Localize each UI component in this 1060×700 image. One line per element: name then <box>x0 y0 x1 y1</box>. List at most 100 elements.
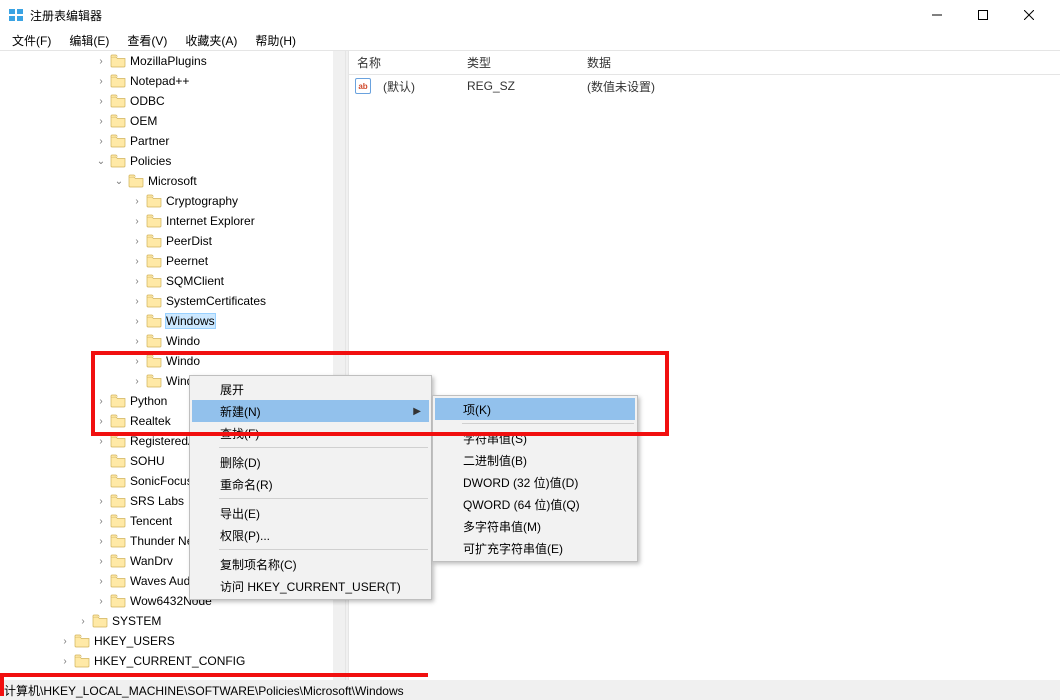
expand-toggle-icon[interactable]: › <box>94 76 108 87</box>
menu-item-label: 访问 HKEY_CURRENT_USER(T) <box>220 578 401 595</box>
menu-item[interactable]: 二进制值(B) <box>435 449 635 471</box>
tree-node[interactable]: ›Peernet <box>0 251 333 271</box>
folder-icon <box>146 374 162 388</box>
expand-toggle-icon[interactable]: › <box>76 616 90 627</box>
tree-node-label: RegisteredA <box>130 434 196 448</box>
expand-toggle-icon[interactable]: › <box>94 496 108 507</box>
folder-icon <box>110 454 126 468</box>
maximize-button[interactable] <box>960 0 1006 30</box>
expand-toggle-icon[interactable]: › <box>130 256 144 267</box>
expand-toggle-icon[interactable]: › <box>94 436 108 447</box>
menu-item[interactable]: 项(K) <box>435 398 635 420</box>
expand-toggle-icon[interactable]: › <box>130 336 144 347</box>
expand-toggle-icon[interactable]: › <box>94 396 108 407</box>
tree-node[interactable]: ›SYSTEM <box>0 611 333 631</box>
expand-toggle-icon[interactable]: › <box>130 356 144 367</box>
tree-node-label: SOHU <box>130 454 165 468</box>
expand-toggle-icon[interactable]: › <box>130 376 144 387</box>
tree-node[interactable]: ›Cryptography <box>0 191 333 211</box>
menu-item-label: 二进制值(B) <box>463 452 527 469</box>
tree-node[interactable]: ⌄ Policies <box>0 151 333 171</box>
values-list[interactable]: ab(默认)REG_SZ(数值未设置) <box>349 75 1060 97</box>
folder-icon <box>110 554 126 568</box>
menu-item[interactable]: 帮助(H) <box>247 30 304 51</box>
tree-node[interactable]: ›Notepad++ <box>0 71 333 91</box>
menu-item[interactable]: 查找(F) <box>192 422 429 444</box>
expand-toggle-icon[interactable]: › <box>94 116 108 127</box>
expand-toggle-icon[interactable]: › <box>94 556 108 567</box>
tree-node-label: Windows <box>166 314 215 328</box>
collapse-toggle-icon[interactable]: ⌄ <box>94 156 108 167</box>
expand-toggle-icon[interactable]: › <box>58 636 72 647</box>
tree-node[interactable]: ›SQMClient <box>0 271 333 291</box>
col-type[interactable]: 类型 <box>459 54 579 71</box>
menu-item[interactable]: 展开 <box>192 378 429 400</box>
tree-node[interactable]: ›SystemCertificates <box>0 291 333 311</box>
menu-item[interactable]: 权限(P)... <box>192 524 429 546</box>
expand-toggle-icon[interactable]: › <box>94 56 108 67</box>
menu-separator <box>219 447 428 448</box>
menu-item[interactable]: 编辑(E) <box>61 30 117 51</box>
menu-item[interactable]: DWORD (32 位)值(D) <box>435 471 635 493</box>
expand-toggle-icon[interactable]: › <box>130 276 144 287</box>
menu-item[interactable]: 查看(V) <box>119 30 175 51</box>
menu-item-label: 权限(P)... <box>220 527 270 544</box>
expand-toggle-icon[interactable]: › <box>94 416 108 427</box>
folder-icon <box>74 634 90 648</box>
tree-node-label: HKEY_USERS <box>94 634 175 648</box>
menu-item[interactable]: 删除(D) <box>192 451 429 473</box>
menu-item[interactable]: 导出(E) <box>192 502 429 524</box>
tree-node[interactable]: ›PeerDist <box>0 231 333 251</box>
context-menu[interactable]: 展开新建(N)▶查找(F) 删除(D) 重命名(R) 导出(E) 权限(P)... 复制项… <box>189 375 432 600</box>
tree-node[interactable]: ›ODBC <box>0 91 333 111</box>
menu-item[interactable]: 新建(N)▶ <box>192 400 429 422</box>
folder-icon <box>110 594 126 608</box>
menu-item[interactable]: 可扩充字符串值(E) <box>435 537 635 559</box>
menu-item-label: 重命名(R) <box>220 476 273 493</box>
tree-node[interactable]: ›OEM <box>0 111 333 131</box>
expand-toggle-icon[interactable]: › <box>130 216 144 227</box>
minimize-button[interactable] <box>914 0 960 30</box>
menu-item[interactable]: 重命名(R) <box>192 473 429 495</box>
folder-icon <box>110 434 126 448</box>
col-name[interactable]: 名称 <box>349 54 459 71</box>
expand-toggle-icon[interactable]: › <box>130 296 144 307</box>
tree-node[interactable]: ›MozillaPlugins <box>0 51 333 71</box>
expand-toggle-icon[interactable]: › <box>58 656 72 667</box>
tree-node-label: Policies <box>130 154 171 168</box>
menu-item[interactable]: QWORD (64 位)值(Q) <box>435 493 635 515</box>
tree-node[interactable]: ›Windo <box>0 331 333 351</box>
expand-toggle-icon[interactable]: › <box>130 236 144 247</box>
expand-toggle-icon[interactable]: › <box>94 516 108 527</box>
collapse-toggle-icon[interactable]: ⌄ <box>112 176 126 187</box>
menu-item[interactable]: 收藏夹(A) <box>177 30 245 51</box>
folder-icon <box>128 174 144 188</box>
tree-node[interactable]: ›Partner <box>0 131 333 151</box>
tree-node[interactable]: ›HKEY_CURRENT_CONFIG <box>0 651 333 671</box>
folder-icon <box>74 654 90 668</box>
menu-item[interactable]: 字符串值(S) <box>435 427 635 449</box>
folder-icon <box>110 534 126 548</box>
status-bar: 计算机\HKEY_LOCAL_MACHINE\SOFTWARE\Policies… <box>0 680 1060 700</box>
expand-toggle-icon[interactable]: › <box>94 576 108 587</box>
menu-item[interactable]: 多字符串值(M) <box>435 515 635 537</box>
menu-item[interactable]: 文件(F) <box>4 30 59 51</box>
expand-toggle-icon[interactable]: › <box>94 596 108 607</box>
menu-item[interactable]: 复制项名称(C) <box>192 553 429 575</box>
tree-node[interactable]: › HKEY_USERS <box>0 631 333 651</box>
tree-node[interactable]: › Windows <box>0 311 333 331</box>
expand-toggle-icon[interactable]: › <box>94 536 108 547</box>
tree-node[interactable]: ›Internet Explorer <box>0 211 333 231</box>
expand-toggle-icon[interactable]: › <box>130 196 144 207</box>
menu-item[interactable]: 访问 HKEY_CURRENT_USER(T) <box>192 575 429 597</box>
expand-toggle-icon[interactable]: › <box>94 136 108 147</box>
tree-node[interactable]: ⌄Microsoft <box>0 171 333 191</box>
col-data[interactable]: 数据 <box>579 54 1060 71</box>
tree-node[interactable]: ›Windo <box>0 351 333 371</box>
folder-icon <box>110 114 126 128</box>
expand-toggle-icon[interactable]: › <box>94 96 108 107</box>
close-button[interactable] <box>1006 0 1052 30</box>
value-row[interactable]: ab(默认)REG_SZ(数值未设置) <box>349 75 1060 97</box>
new-submenu[interactable]: 项(K) 字符串值(S) 二进制值(B) DWORD (32 位)值(D)QWORD … <box>432 395 638 562</box>
expand-toggle-icon[interactable]: › <box>130 316 144 327</box>
